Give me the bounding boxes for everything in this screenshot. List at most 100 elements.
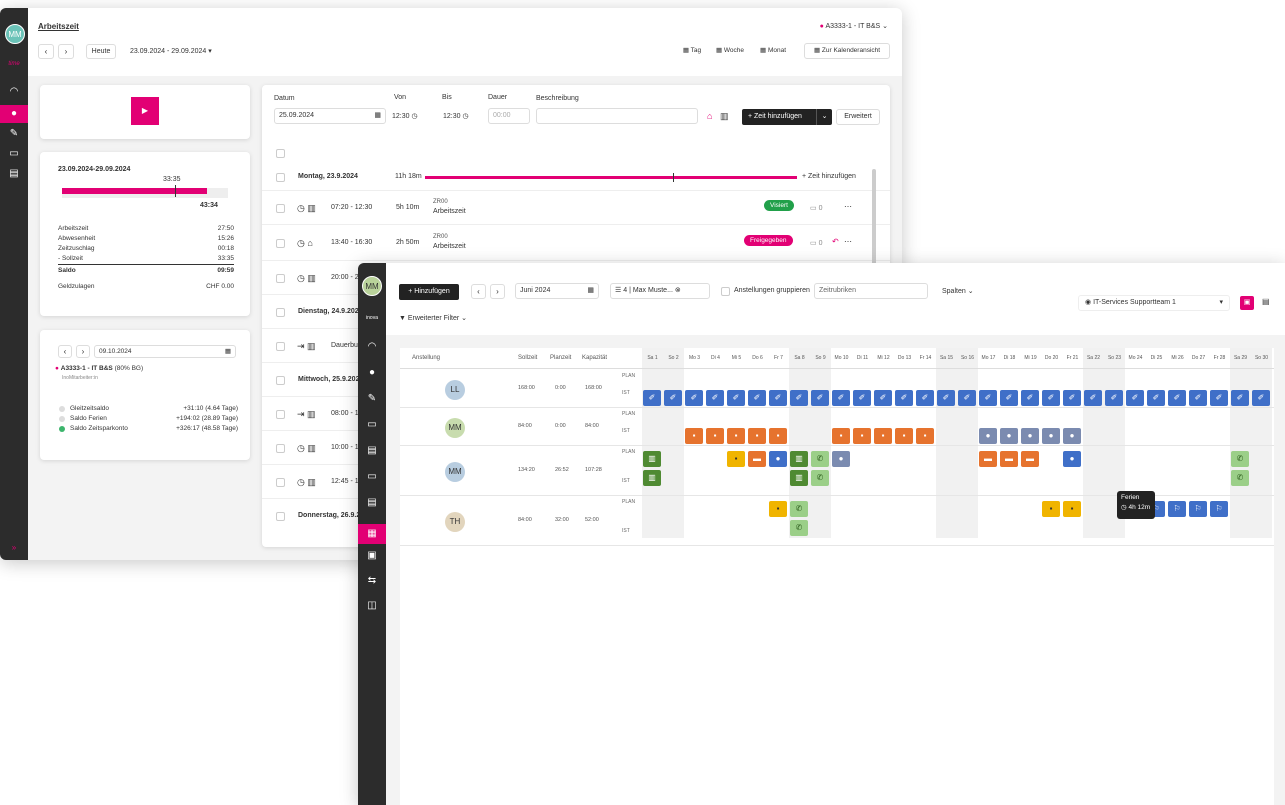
day-checkbox[interactable] (276, 376, 285, 385)
balance-date-input[interactable]: 09.10.2024 ▦ (94, 345, 236, 358)
schedule-tile[interactable]: ▬ (979, 451, 997, 467)
avatar[interactable]: TH (445, 512, 465, 532)
schedule-tile[interactable]: ▪ (916, 428, 934, 444)
folder-icon[interactable]: ▭ (0, 148, 28, 159)
schedule-tile[interactable]: ✐ (1105, 390, 1123, 406)
next-button[interactable]: › (490, 284, 505, 299)
schedule-tile[interactable]: ✐ (832, 390, 850, 406)
expand-icon[interactable]: » (0, 543, 28, 552)
bag-icon[interactable]: ◫ (358, 600, 386, 611)
calendar-icon[interactable]: ▦ (358, 524, 386, 544)
schedule-tile[interactable]: ✐ (1021, 390, 1039, 406)
comment-icon[interactable]: ▭ 0 (810, 204, 822, 212)
schedule-tile[interactable]: ▥ (643, 451, 661, 467)
entry-checkbox[interactable] (276, 239, 285, 248)
document-icon[interactable]: ▤ (1262, 297, 1270, 306)
bis-input[interactable]: 12:30 ◷ (443, 112, 469, 120)
schedule-tile[interactable]: ✐ (1042, 390, 1060, 406)
avatar[interactable]: MM (5, 24, 25, 44)
wrench-icon[interactable]: ✎ (0, 128, 28, 139)
schedule-tile[interactable]: ▪ (769, 428, 787, 444)
schedule-tile[interactable]: ✐ (748, 390, 766, 406)
schedule-tile[interactable]: ● (769, 451, 787, 467)
today-button[interactable]: Heute (86, 44, 116, 59)
comment-icon[interactable]: ▭ 0 (810, 239, 822, 247)
day-checkbox[interactable] (276, 173, 285, 182)
entry-checkbox[interactable] (276, 274, 285, 283)
document-icon[interactable]: ▤ (0, 168, 28, 179)
schedule-tile[interactable]: ▥ (790, 451, 808, 467)
schedule-tile[interactable]: ▪ (895, 428, 913, 444)
schedule-tile[interactable]: ▥ (790, 470, 808, 486)
schedule-tile[interactable]: ⚐ (1189, 501, 1207, 517)
schedule-tile[interactable]: ✐ (1126, 390, 1144, 406)
clock-icon[interactable]: ● (358, 367, 386, 378)
page-title[interactable]: Arbeitszeit (38, 22, 79, 31)
home-icon[interactable]: ⌂ (707, 111, 712, 121)
entry-checkbox[interactable] (276, 444, 285, 453)
dashboard-icon[interactable]: ◠ (0, 86, 28, 97)
schedule-tile[interactable]: ✐ (1147, 390, 1165, 406)
spalten-button[interactable]: Spalten ⌄ (942, 287, 974, 295)
schedule-tile[interactable]: ✐ (874, 390, 892, 406)
schedule-tile[interactable]: ● (832, 451, 850, 467)
beschreibung-input[interactable] (536, 108, 698, 124)
schedule-tile[interactable]: ✐ (1231, 390, 1249, 406)
filter-button[interactable]: ▼ Erweiterter Filter ⌄ (399, 314, 467, 322)
next-button[interactable]: › (76, 345, 90, 358)
undo-icon[interactable]: ↶ (832, 237, 839, 246)
month-input[interactable]: Juni 2024 ▦ (515, 283, 599, 299)
schedule-tile[interactable]: ✐ (1168, 390, 1186, 406)
avatar[interactable]: MM (445, 418, 465, 438)
schedule-tile[interactable]: ✆ (1231, 470, 1249, 486)
schedule-tile[interactable]: ▪ (1042, 501, 1060, 517)
tab-woche[interactable]: ▦ Woche (710, 44, 750, 59)
group-checkbox[interactable] (721, 287, 730, 296)
image-icon[interactable]: ▣ (1240, 296, 1254, 310)
zeitrubriken-input[interactable]: Zeitrubriken (814, 283, 928, 299)
schedule-tile[interactable]: ▪ (727, 428, 745, 444)
von-input[interactable]: 12:30 ◷ (392, 112, 418, 120)
schedule-tile[interactable]: ▪ (706, 428, 724, 444)
calendar-view-button[interactable]: ▦ Zur Kalenderansicht (804, 43, 890, 59)
schedule-tile[interactable]: ✐ (685, 390, 703, 406)
schedule-tile[interactable]: ✐ (895, 390, 913, 406)
avatar[interactable]: MM (445, 462, 465, 482)
schedule-tile[interactable]: ✆ (790, 501, 808, 517)
schedule-tile[interactable]: ✐ (790, 390, 808, 406)
schedule-tile[interactable]: ▪ (1063, 501, 1081, 517)
copy-icon[interactable]: ▣ (358, 550, 386, 561)
entry-checkbox[interactable] (276, 204, 285, 213)
day-checkbox[interactable] (276, 512, 285, 521)
schedule-tile[interactable]: ● (1063, 451, 1081, 467)
sign-icon[interactable]: ⇆ (358, 575, 386, 586)
schedule-tile[interactable]: ✐ (958, 390, 976, 406)
schedule-tile[interactable]: ✐ (853, 390, 871, 406)
prev-button[interactable]: ‹ (38, 44, 54, 59)
schedule-tile[interactable]: ▬ (748, 451, 766, 467)
play-button[interactable]: ▶ (131, 97, 159, 125)
schedule-tile[interactable]: ▬ (1000, 451, 1018, 467)
wrench-icon[interactable]: ✎ (358, 393, 386, 404)
employee-filter[interactable]: ☰ 4 | Max Muste... ⊗ (610, 283, 710, 299)
more-icon[interactable]: ⋯ (844, 202, 852, 211)
date-range[interactable]: 23.09.2024 - 29.09.2024 ▾ (130, 47, 212, 55)
schedule-tile[interactable]: ✐ (1084, 390, 1102, 406)
tab-monat[interactable]: ▦ Monat (753, 44, 793, 59)
dauer-input[interactable]: 00:00 (488, 108, 530, 124)
schedule-tile[interactable]: ● (1063, 428, 1081, 444)
schedule-tile[interactable]: ✆ (811, 470, 829, 486)
schedule-tile[interactable]: ✐ (664, 390, 682, 406)
schedule-tile[interactable]: ▥ (643, 470, 661, 486)
schedule-tile[interactable]: ✐ (937, 390, 955, 406)
erweitert-button[interactable]: Erweitert (836, 109, 880, 125)
entry-checkbox[interactable] (276, 410, 285, 419)
schedule-tile[interactable]: ✐ (979, 390, 997, 406)
schedule-tile[interactable]: ▬ (1021, 451, 1039, 467)
document-icon[interactable]: ▤ (358, 497, 386, 508)
schedule-tile[interactable]: ▪ (769, 501, 787, 517)
schedule-tile[interactable]: ✐ (1000, 390, 1018, 406)
schedule-tile[interactable]: ✐ (727, 390, 745, 406)
schedule-tile[interactable]: ✐ (769, 390, 787, 406)
day-add-button[interactable]: + Zeit hinzufügen (802, 173, 856, 180)
